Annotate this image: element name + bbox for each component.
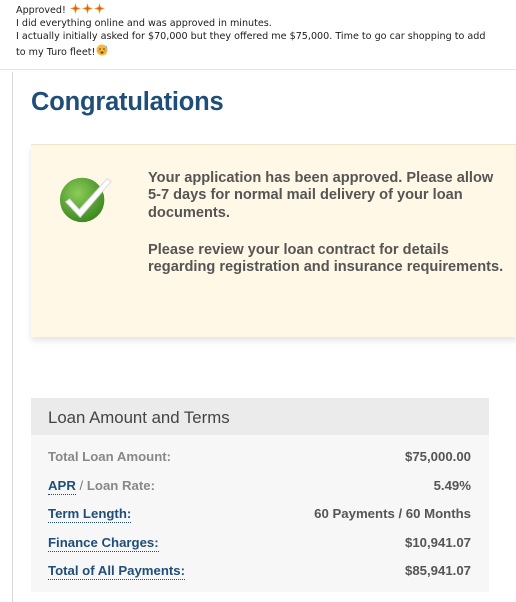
apr-link[interactable]: APR: [48, 477, 76, 495]
apr-separator: /: [75, 477, 87, 493]
finance-charges-value: $10,941.07: [404, 534, 471, 550]
loan-terms-panel: Loan Amount and Terms Total Loan Amount:…: [31, 398, 489, 592]
page-title: Congratulations: [31, 88, 224, 116]
sparkle-burst-icon: [69, 3, 81, 14]
total-payments-row: Total of All Payments: $85,941.07: [31, 559, 489, 588]
approval-message: Your application has been approved. Plea…: [148, 170, 494, 221]
loan-terms-header: Loan Amount and Terms: [31, 398, 489, 435]
total-loan-row: Total Loan Amount: $75,000.00: [31, 445, 489, 474]
approval-notice: Your application has been approved. Plea…: [31, 144, 516, 337]
total-loan-value: $75,000.00: [404, 449, 471, 464]
sparkle-burst-icon: [93, 3, 105, 14]
post-line-4: to my Turo fleet!: [16, 46, 96, 58]
term-length-row: Term Length: 60 Payments / 60 Months: [31, 502, 489, 531]
apr-row: APR / Loan Rate: 5.49%: [31, 474, 489, 503]
total-loan-label: Total Loan Amount:: [48, 449, 172, 464]
loan-approval-screenshot: Congratulations Your application has bee…: [12, 72, 516, 602]
finance-charges-row: Finance Charges: $10,941.07: [31, 531, 489, 560]
sparkle-burst-icon: [81, 3, 93, 14]
finance-charges-link[interactable]: Finance Charges:: [48, 534, 159, 552]
post-text: Approved! I did everything online and wa…: [0, 0, 516, 70]
total-payments-link[interactable]: Total of All Payments:: [48, 563, 186, 581]
contract-review-message: Please review your loan contract for det…: [148, 242, 504, 276]
post-line-1: Approved!: [16, 5, 66, 16]
post-line-3: I actually initially asked for $70,000 b…: [16, 31, 486, 43]
total-payments-value: $85,941.07: [404, 563, 471, 579]
hot-face-icon: [96, 44, 108, 56]
post-line-2: I did everything online and was approved…: [16, 18, 272, 30]
apr-value: 5.49%: [433, 477, 471, 493]
loan-rate-label: Loan Rate:: [86, 477, 155, 493]
check-icon: [59, 177, 112, 223]
term-length-value: 60 Payments / 60 Months: [314, 506, 471, 522]
term-length-link[interactable]: Term Length:: [48, 506, 132, 524]
